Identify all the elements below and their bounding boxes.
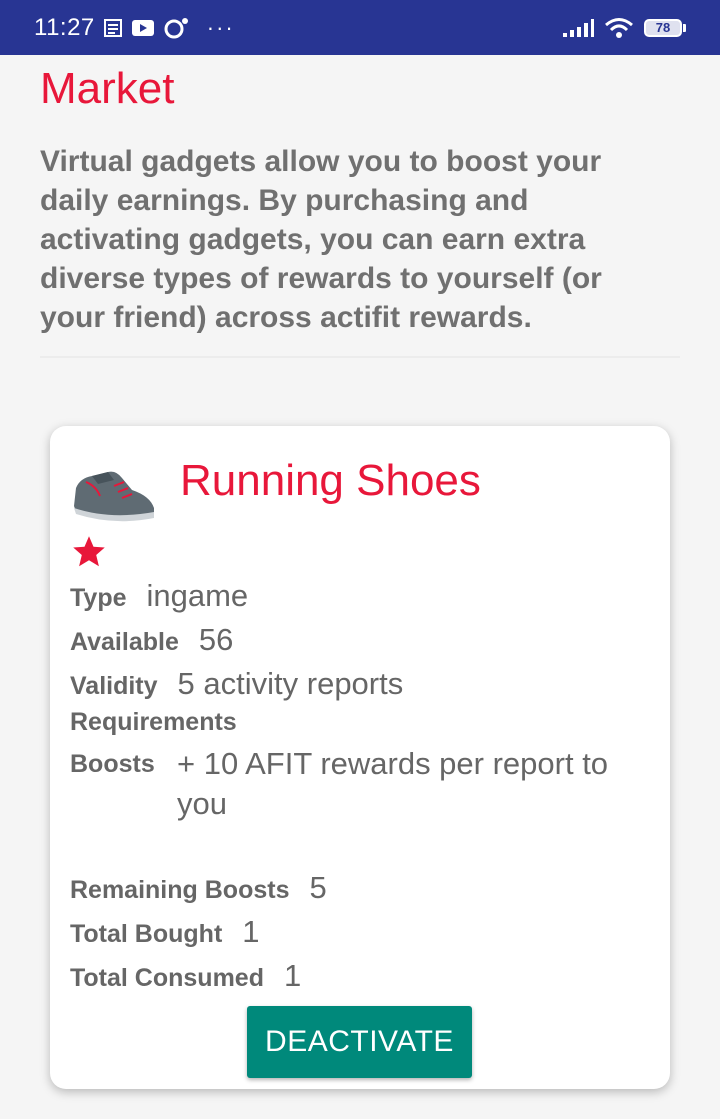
bought-value: 1 xyxy=(242,914,260,949)
status-right: 78 xyxy=(562,17,686,39)
consumed-row: Total Consumed 1 xyxy=(70,958,301,994)
boosts-label: Boosts xyxy=(70,750,155,778)
available-label: Available xyxy=(70,628,179,656)
validity-label: Validity xyxy=(70,672,158,700)
validity-row: Validity 5 activity reports xyxy=(70,666,403,702)
consumed-label: Total Consumed xyxy=(70,964,264,992)
status-bar: 11:27 ··· 78 xyxy=(0,0,720,55)
status-time: 11:27 xyxy=(34,13,95,41)
circle-dot-icon xyxy=(163,17,189,39)
deactivate-button[interactable]: DEACTIVATE xyxy=(247,1006,472,1078)
remaining-value: 5 xyxy=(309,870,327,905)
boosts-value: + 10 AFIT rewards per report to you xyxy=(177,746,609,821)
video-icon xyxy=(131,18,155,38)
status-left: 11:27 ··· xyxy=(34,14,235,42)
signal-icon xyxy=(562,18,594,38)
notes-icon xyxy=(103,18,123,38)
battery-level: 78 xyxy=(644,18,682,37)
divider xyxy=(40,356,680,358)
star-icon xyxy=(70,534,108,570)
validity-value: 5 activity reports xyxy=(177,666,404,701)
page-title: Market xyxy=(40,64,175,113)
wifi-icon xyxy=(604,17,634,39)
remaining-label: Remaining Boosts xyxy=(70,876,290,904)
requirements-label: Requirements xyxy=(70,708,237,736)
available-row: Available 56 xyxy=(70,622,233,658)
page-intro: Virtual gadgets allow you to boost your … xyxy=(40,145,602,334)
type-label: Type xyxy=(70,584,127,612)
type-value: ingame xyxy=(146,578,249,613)
bought-label: Total Bought xyxy=(70,920,223,948)
remaining-row: Remaining Boosts 5 xyxy=(70,870,327,906)
bought-row: Total Bought 1 xyxy=(70,914,260,950)
battery-tip xyxy=(683,23,686,32)
gadget-name: Running Shoes xyxy=(180,456,481,505)
battery-icon: 78 xyxy=(644,18,686,37)
gadget-card: Running Shoes Type ingame Available 56 V… xyxy=(50,426,670,1089)
more-dots-icon: ··· xyxy=(206,14,235,40)
available-value: 56 xyxy=(198,622,234,657)
requirements-row: Requirements xyxy=(70,708,237,737)
shoe-icon xyxy=(70,452,160,524)
type-row: Type ingame xyxy=(70,578,248,614)
consumed-value: 1 xyxy=(283,958,302,993)
boosts-row: Boosts xyxy=(70,750,155,779)
